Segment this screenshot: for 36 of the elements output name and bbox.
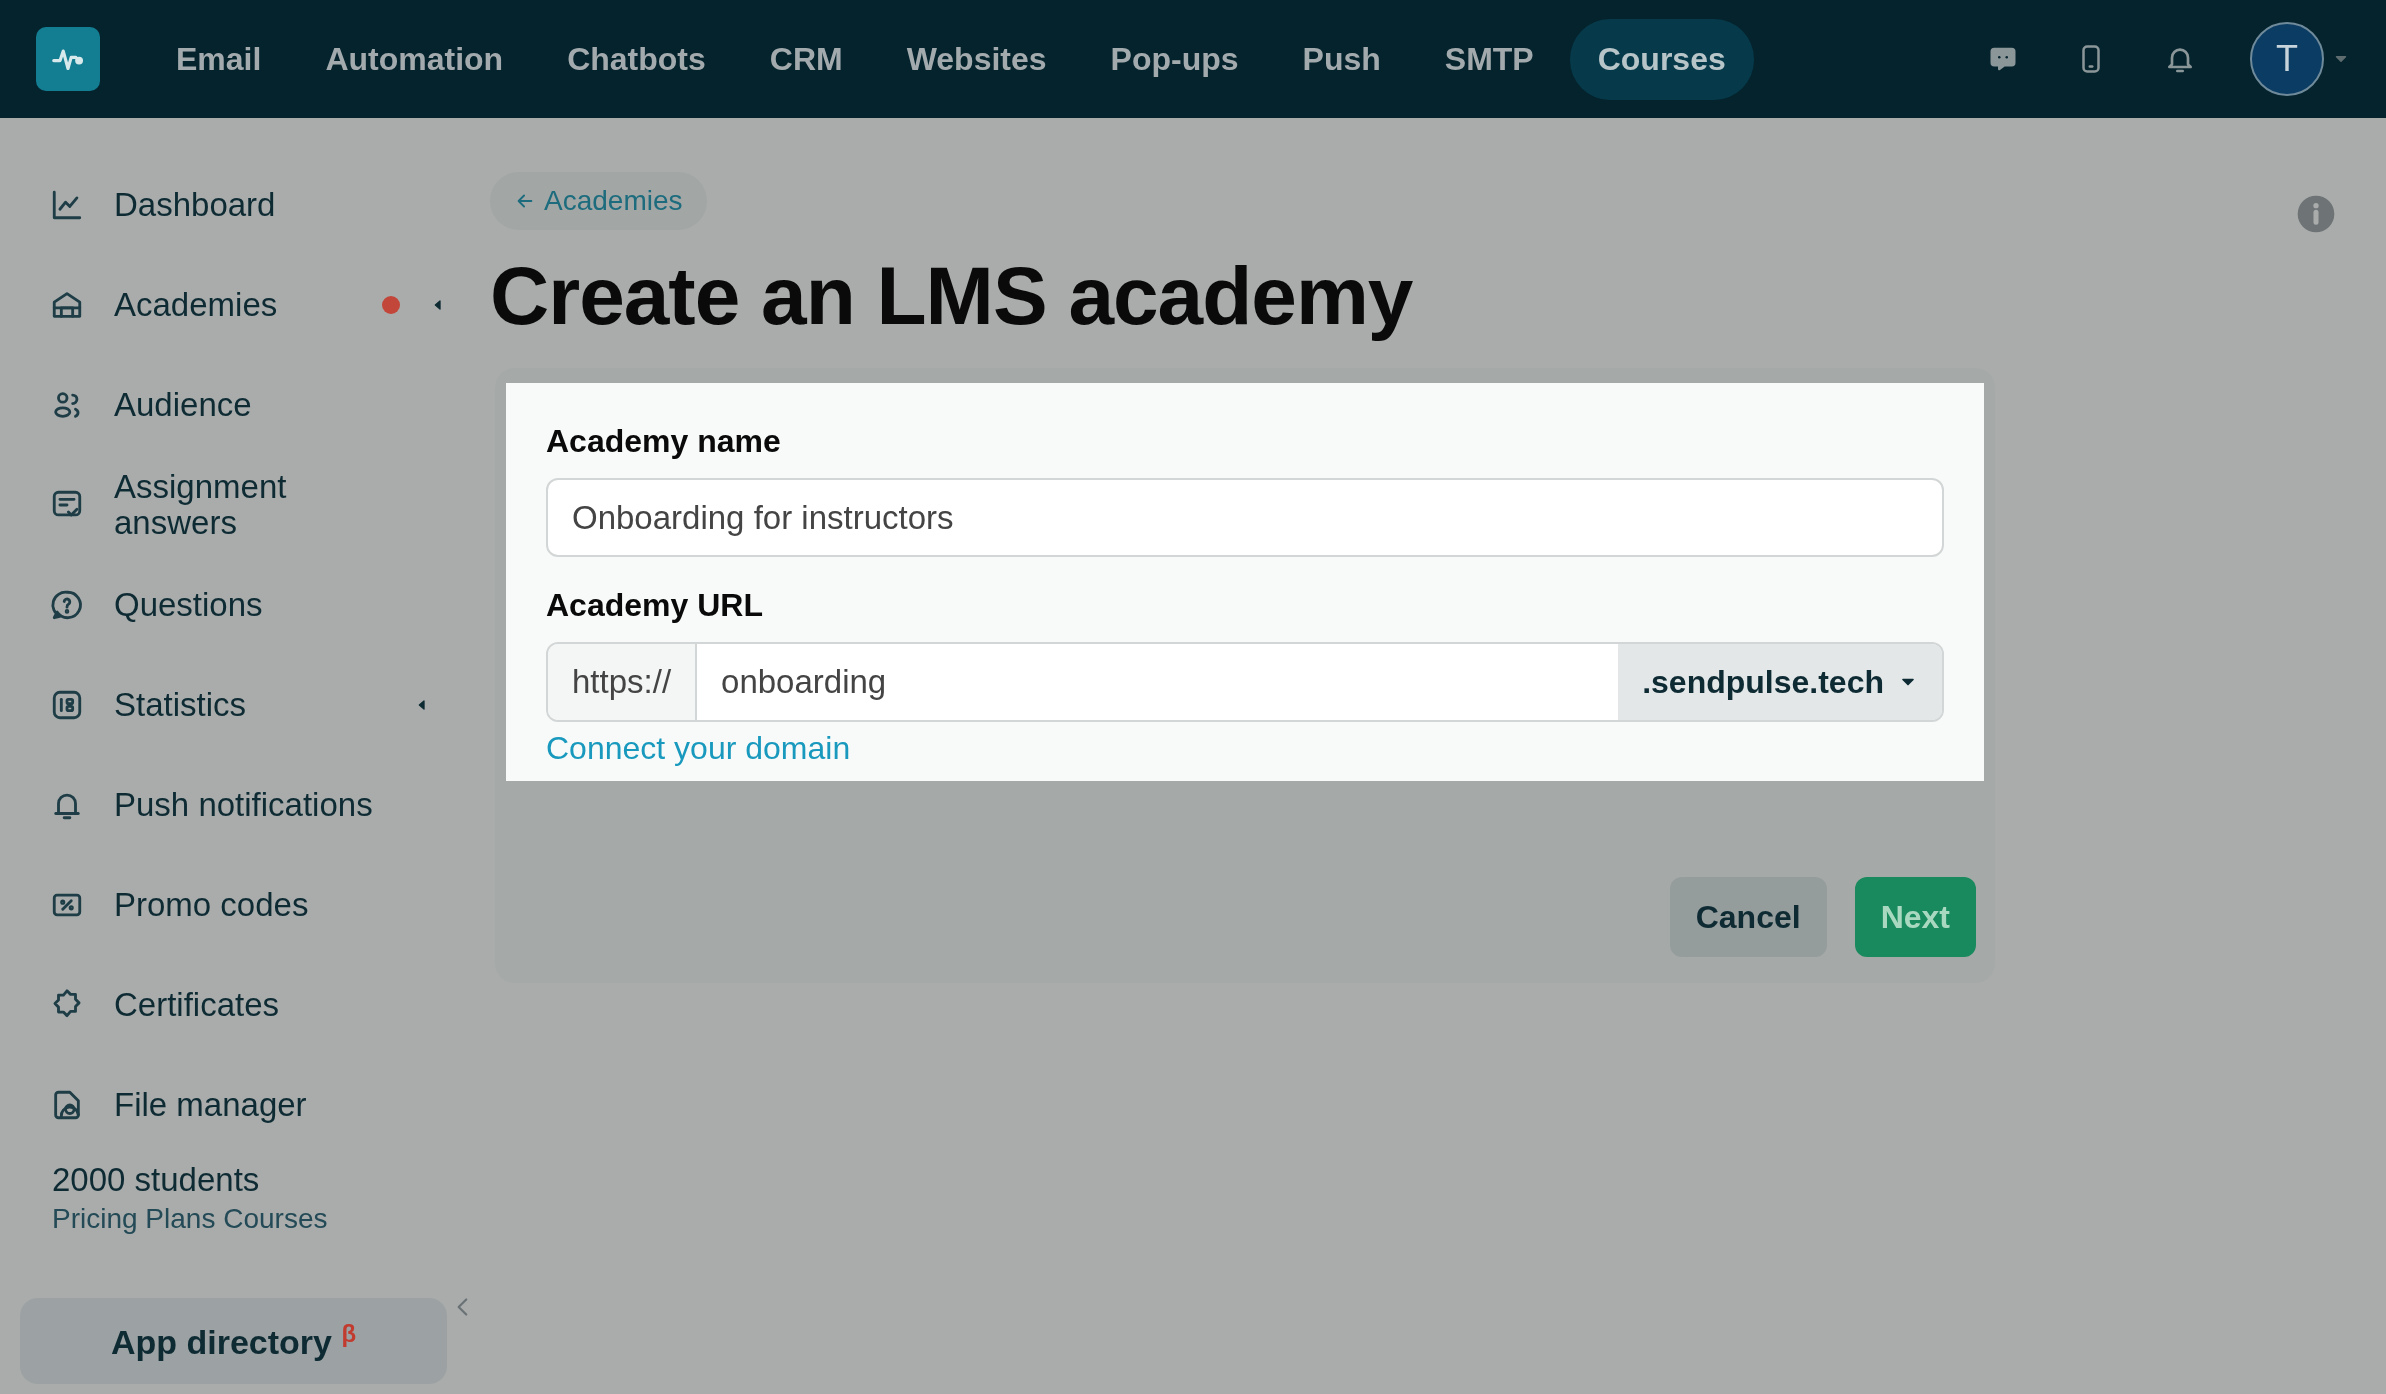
- app-logo[interactable]: [36, 27, 100, 91]
- url-prefix: https://: [548, 644, 698, 720]
- question-bubble-icon: [50, 588, 84, 622]
- plan-title: 2000 students: [52, 1161, 261, 1199]
- sidebar-item[interactable]: File manager: [20, 1055, 448, 1155]
- field-label: Academy name: [546, 423, 782, 460]
- nav-tab[interactable]: Courses: [1569, 18, 1754, 100]
- field-label: Academy URL: [546, 587, 764, 624]
- nav-tab[interactable]: Automation: [297, 18, 532, 100]
- chart-line-icon: [50, 188, 84, 222]
- nav-tab[interactable]: Websites: [878, 18, 1075, 100]
- info-icon: [2296, 194, 2336, 234]
- app-directory-button[interactable]: App directory $^{β}$: [20, 1298, 447, 1384]
- sidebar-item[interactable]: Promo codes: [20, 855, 448, 955]
- sidebar-item[interactable]: Dashboard: [20, 155, 448, 255]
- sidebar-item[interactable]: Academies: [20, 255, 448, 355]
- sidebar-item[interactable]: Push notifications: [20, 755, 448, 855]
- page-title: Create an LMS academy: [490, 249, 1413, 343]
- input-field[interactable]: onboarding: [697, 644, 1619, 720]
- input-field[interactable]: Onboarding for instructors: [546, 478, 1944, 557]
- nav-tab[interactable]: Push: [1274, 18, 1409, 100]
- cancel-button[interactable]: Cancel: [1669, 877, 1827, 957]
- sidebar-item[interactable]: Questions: [20, 555, 448, 655]
- pricing-link[interactable]: Pricing Plans Courses: [52, 1203, 448, 1235]
- sidebar-item[interactable]: Audience: [20, 355, 448, 455]
- stats-panel-icon: [50, 688, 84, 722]
- nav-tab[interactable]: Chatbots: [539, 18, 734, 100]
- sidebar-item[interactable]: Statistics: [20, 655, 448, 755]
- user-avatar[interactable]: T: [2250, 22, 2324, 96]
- sidebar-item[interactable]: Assignment answers: [20, 455, 448, 555]
- nav-tab[interactable]: Email: [148, 18, 290, 100]
- nav-tab[interactable]: CRM: [741, 18, 871, 100]
- domain-dropdown[interactable]: .sendpulse.tech: [1618, 644, 1942, 720]
- sidebar-item[interactable]: Certificates: [20, 955, 448, 1055]
- nav-tab[interactable]: SMTP: [1416, 18, 1562, 100]
- nav-tab[interactable]: Pop-ups: [1082, 18, 1267, 100]
